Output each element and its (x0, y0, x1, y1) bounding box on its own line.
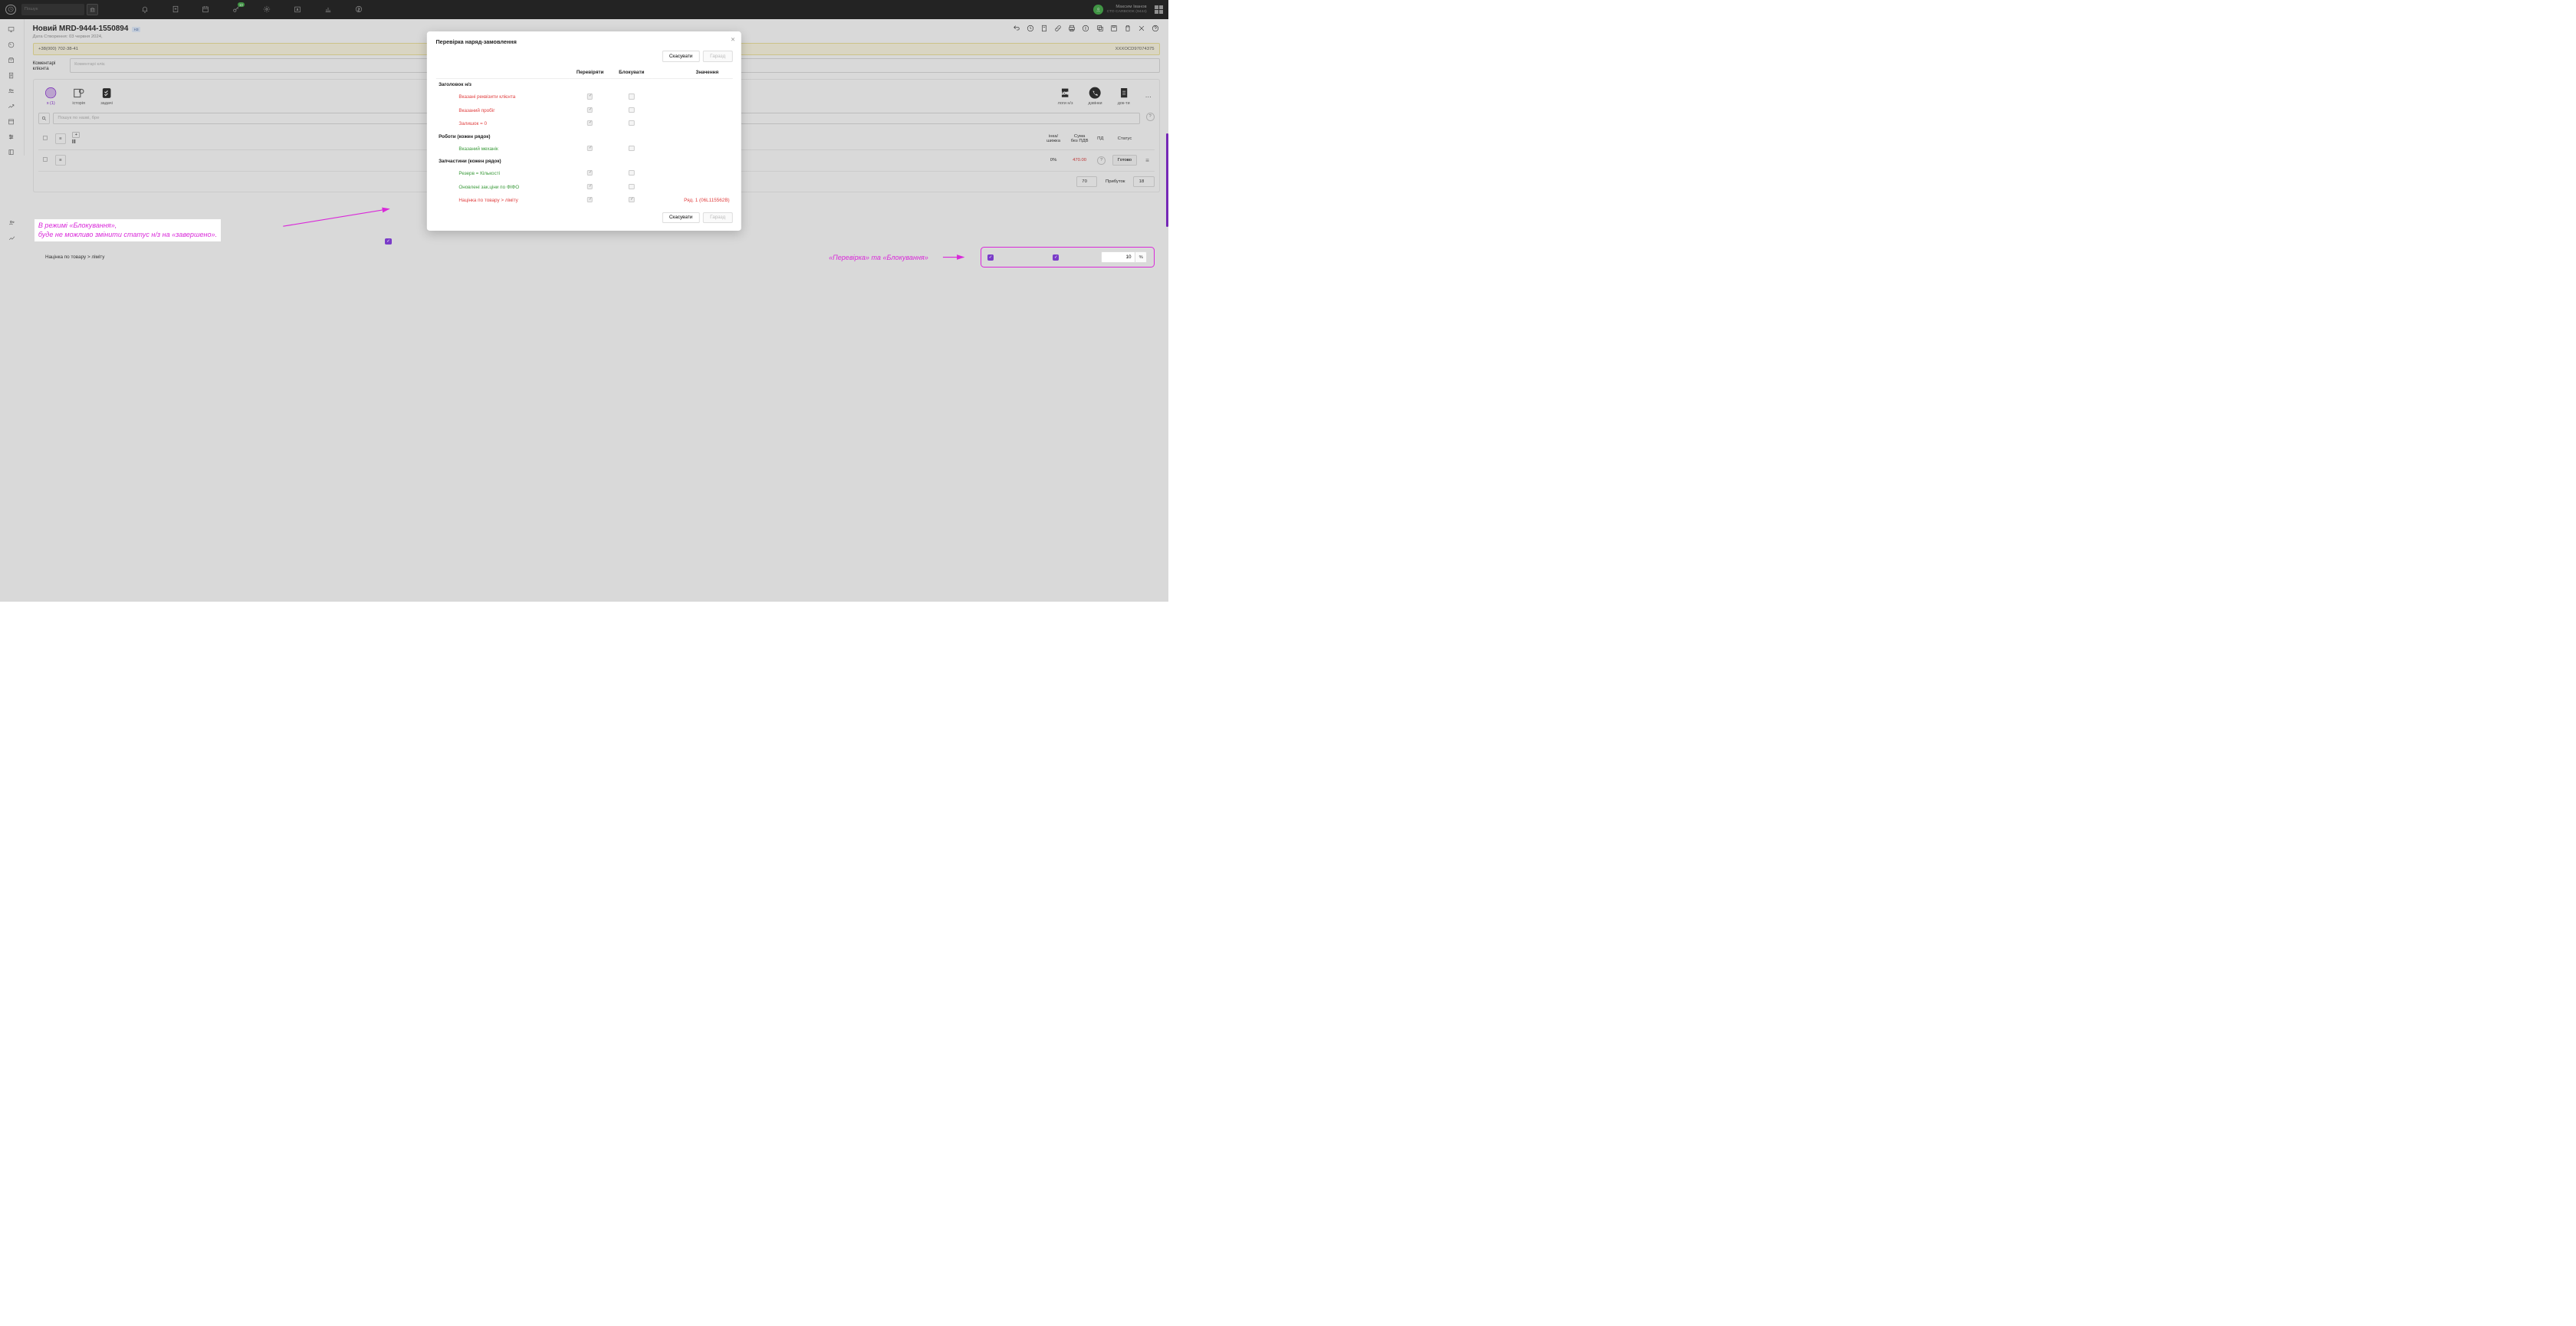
cancel-button[interactable]: Скасувати (662, 212, 700, 223)
pct-addon: % (1135, 251, 1147, 263)
check-cbx (587, 94, 593, 99)
block-cbx (629, 146, 634, 151)
check-modal: ✕ Перевірка наряд-замовлення Скасувати Г… (427, 31, 741, 231)
check-cbx (587, 120, 593, 126)
limit-input[interactable] (1101, 251, 1135, 263)
check-table: Перевіряти Блокувати Значення Заголовок … (435, 66, 732, 207)
check-cbx (587, 170, 593, 176)
group-header: Запчастини (кожен рядок) (435, 156, 732, 167)
check-item: Залишок = 0 (435, 117, 569, 130)
col-block: Блокувати (611, 66, 652, 79)
ok-button-top: Гаразд (703, 51, 732, 61)
check-item: Оновлені зак.ціни по ФІФО (435, 181, 569, 194)
cancel-button-top[interactable]: Скасувати (662, 51, 700, 61)
arrow-annotation-2 (942, 254, 967, 261)
block-checkbox[interactable]: ✓ (1053, 254, 1059, 261)
block-cbx (629, 170, 634, 176)
check-item: Націнка по товару > ліміту (435, 194, 569, 207)
bottom-row-container: Націнка по товару > ліміту «Перевірка» т… (45, 243, 1155, 271)
annotation-block-mode: В режимі «Блокування», буде не можливо з… (34, 219, 220, 241)
group-header: Роботи (кожен рядок) (435, 130, 732, 142)
check-cbx (587, 107, 593, 113)
annotation-check-block: «Перевірка» та «Блокування» (829, 254, 928, 261)
block-cbx (629, 197, 634, 202)
check-item: Вказаний механік (435, 143, 569, 156)
check-item: Вказані реквізити клієнта (435, 90, 569, 103)
check-checkbox[interactable]: ✓ (987, 254, 994, 261)
modal-title: Перевірка наряд-замовлення (435, 38, 732, 45)
block-cbx (629, 120, 634, 126)
bottom-row-label: Націнка по товару > ліміту (45, 254, 170, 260)
check-cbx (587, 184, 593, 189)
col-value: Значення (652, 66, 732, 79)
ok-button: Гаразд (703, 212, 732, 223)
block-cbx (629, 184, 634, 189)
value-text: Ряд. 1 (06L115562B) (652, 194, 732, 207)
col-check: Перевіряти (570, 66, 611, 79)
highlight-box: ✓ ✓ % (981, 247, 1155, 267)
modal-close-button[interactable]: ✕ (731, 36, 735, 43)
check-item: Резерв = Кількості (435, 167, 569, 180)
check-cbx (587, 197, 593, 202)
arrow-annotation-1 (281, 205, 396, 233)
check-cbx (587, 146, 593, 151)
check-item: Вказаний пробіг (435, 104, 569, 117)
block-cbx (629, 107, 634, 113)
block-cbx (629, 94, 634, 99)
group-header: Заголовок н/з (435, 79, 732, 90)
